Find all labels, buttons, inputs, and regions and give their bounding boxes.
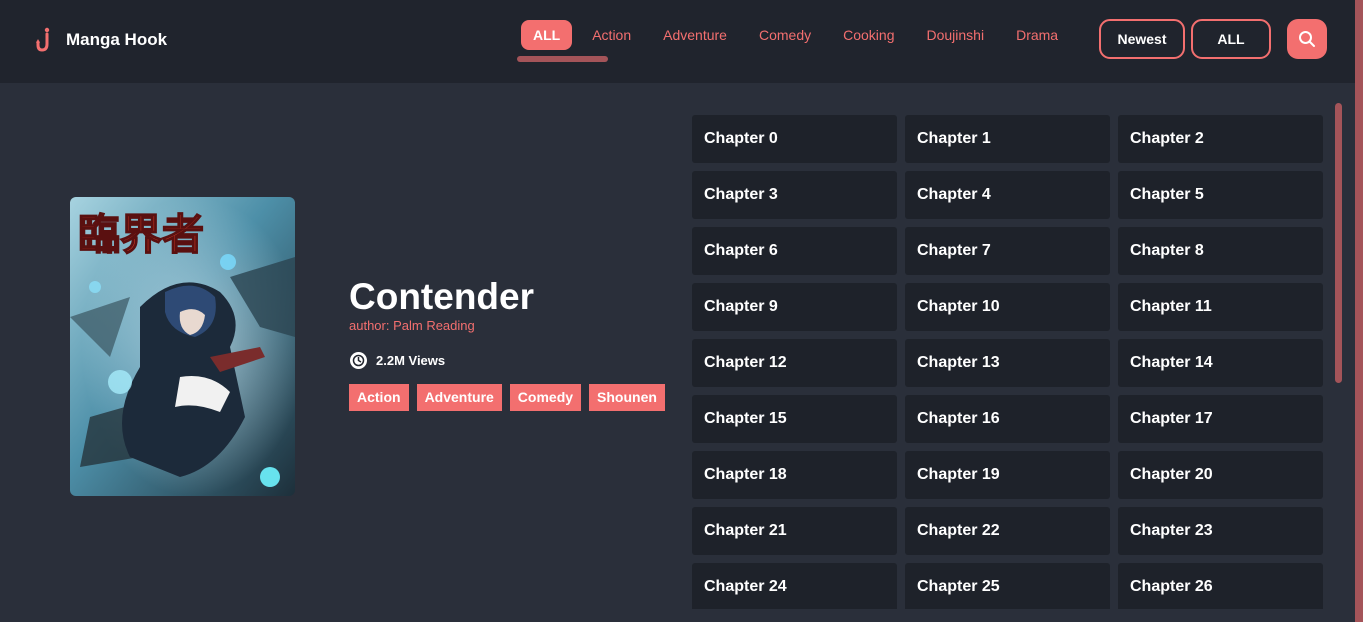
chapter-item[interactable]: Chapter 20 xyxy=(1118,451,1323,499)
chapter-item[interactable]: Chapter 23 xyxy=(1118,507,1323,555)
chapter-item[interactable]: Chapter 10 xyxy=(905,283,1110,331)
sort-button[interactable]: Newest xyxy=(1099,19,1185,59)
chapter-item[interactable]: Chapter 1 xyxy=(905,115,1110,163)
chapter-item[interactable]: Chapter 24 xyxy=(692,563,897,609)
chapter-item[interactable]: Chapter 17 xyxy=(1118,395,1323,443)
chapter-item[interactable]: Chapter 21 xyxy=(692,507,897,555)
logo[interactable]: Manga Hook xyxy=(36,27,167,53)
views-label: 2.2M Views xyxy=(376,353,446,368)
filter-button[interactable]: ALL xyxy=(1191,19,1271,59)
chapter-item[interactable]: Chapter 0 xyxy=(692,115,897,163)
manga-title: Contender xyxy=(349,276,534,317)
chapter-item[interactable]: Chapter 8 xyxy=(1118,227,1323,275)
genre-tab-cooking[interactable]: Cooking xyxy=(831,20,906,50)
search-button[interactable] xyxy=(1287,19,1327,59)
app-name: Manga Hook xyxy=(66,30,168,49)
chapter-item[interactable]: Chapter 15 xyxy=(692,395,897,443)
tag-comedy[interactable]: Comedy xyxy=(509,384,582,411)
search-icon xyxy=(1299,31,1315,47)
views-icon xyxy=(350,352,367,369)
chapter-item[interactable]: Chapter 19 xyxy=(905,451,1110,499)
chapter-item[interactable]: Chapter 6 xyxy=(692,227,897,275)
chapter-item[interactable]: Chapter 22 xyxy=(905,507,1110,555)
genre-tab-all[interactable]: ALL xyxy=(521,20,573,50)
tag-adventure[interactable]: Adventure xyxy=(416,384,502,411)
chapter-item[interactable]: Chapter 16 xyxy=(905,395,1110,443)
views-count: 2.2M Views xyxy=(349,351,673,370)
manga-info: Contender author: Palm Reading 2.2M View… xyxy=(349,276,673,411)
chapter-item[interactable]: Chapter 2 xyxy=(1118,115,1323,163)
genre-tab-drama[interactable]: Drama xyxy=(1004,20,1070,50)
manga-cover: 臨界者 xyxy=(70,197,295,496)
chapter-list-scrollbar[interactable] xyxy=(1335,103,1342,383)
chapter-item[interactable]: Chapter 26 xyxy=(1118,563,1323,609)
chapter-item[interactable]: Chapter 3 xyxy=(692,171,897,219)
manga-author: author: Palm Reading xyxy=(349,318,475,333)
chapter-list: Chapter 0 Chapter 1 Chapter 2 Chapter 3 Chap… xyxy=(692,115,1323,609)
genre-tab-comedy[interactable]: Comedy xyxy=(747,20,823,50)
chapter-item[interactable]: Chapter 4 xyxy=(905,171,1110,219)
chapter-item[interactable]: Chapter 14 xyxy=(1118,339,1323,387)
genre-tab-action[interactable]: Action xyxy=(580,20,643,50)
genre-tab-doujinshi[interactable]: Doujinshi xyxy=(914,20,996,50)
chapter-item[interactable]: Chapter 11 xyxy=(1118,283,1323,331)
top-header: Manga Hook ALL Action Adventure Comedy C… xyxy=(0,0,1355,83)
chapter-item[interactable]: Chapter 5 xyxy=(1118,171,1323,219)
genre-scroll-indicator[interactable] xyxy=(517,56,608,62)
chapter-item[interactable]: Chapter 13 xyxy=(905,339,1110,387)
svg-text:臨界者: 臨界者 xyxy=(78,210,204,259)
tag-shounen[interactable]: Shounen xyxy=(589,384,665,411)
genre-nav: ALL Action Adventure Comedy Cooking Douj… xyxy=(521,20,1078,50)
page-scrollbar[interactable] xyxy=(1355,0,1363,622)
chapter-item[interactable]: Chapter 12 xyxy=(692,339,897,387)
chapter-item[interactable]: Chapter 9 xyxy=(692,283,897,331)
genre-tags: Action Adventure Comedy Shounen xyxy=(349,384,673,411)
chapter-item[interactable]: Chapter 25 xyxy=(905,563,1110,609)
genre-tab-adventure[interactable]: Adventure xyxy=(651,20,739,50)
tag-action[interactable]: Action xyxy=(349,384,409,411)
chapter-item[interactable]: Chapter 18 xyxy=(692,451,897,499)
cover-image: 臨界者 xyxy=(70,197,295,496)
hook-icon xyxy=(36,27,50,52)
chapter-item[interactable]: Chapter 7 xyxy=(905,227,1110,275)
